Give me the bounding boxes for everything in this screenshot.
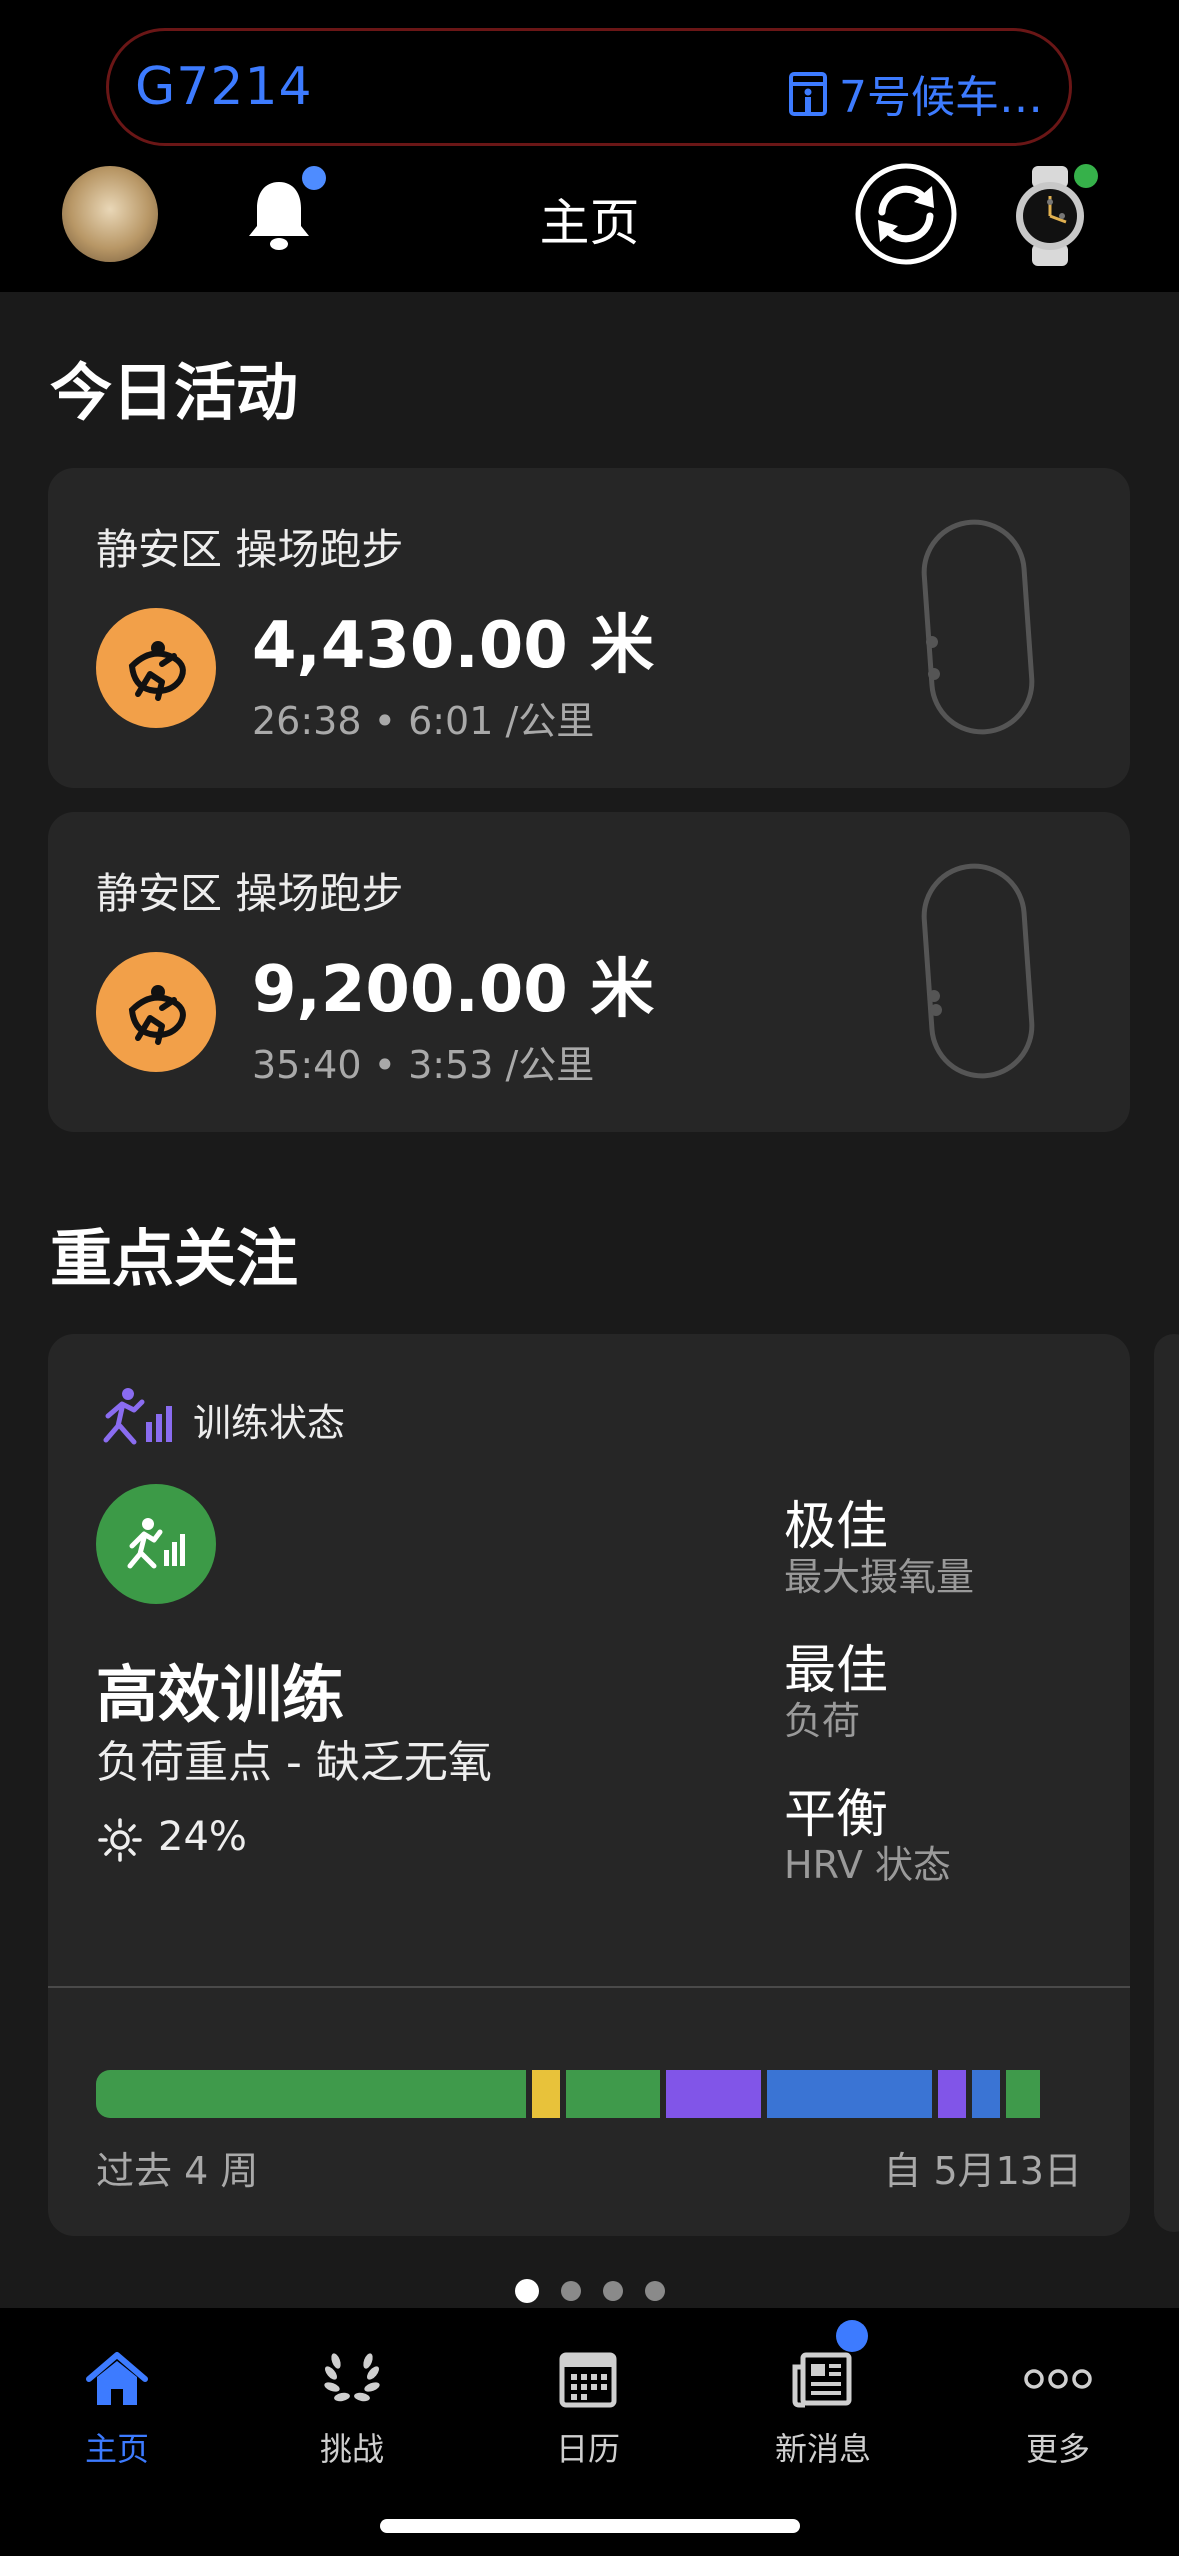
history-segment: [96, 2070, 526, 2118]
home-indicator[interactable]: [380, 2519, 800, 2533]
history-segment: [972, 2070, 1001, 2118]
laurel-icon: [324, 2353, 380, 2402]
activity-meta: 35:40 • 3:53 /公里: [252, 1043, 595, 1087]
sync-icon[interactable]: [854, 162, 958, 266]
activity-distance: 4,430.00 米: [252, 609, 655, 683]
calendar-icon: [559, 2352, 617, 2408]
metric-label: 负荷: [784, 1699, 861, 1743]
home-icon: [86, 2352, 148, 2405]
runner-glyph-icon: [128, 641, 186, 701]
tab-news[interactable]: 新消息: [723, 2334, 923, 2470]
activity-name: 静安区 操场跑步: [96, 869, 404, 918]
flight-number: G7214: [135, 57, 313, 117]
tab-label: 日历: [555, 2430, 620, 2468]
tab-more[interactable]: 更多: [958, 2334, 1158, 2470]
route-map-icon: [921, 519, 1035, 735]
gate-text: 7号候车…: [839, 72, 1043, 123]
metric-label: HRV 状态: [784, 1843, 951, 1887]
history-segment: [565, 2070, 661, 2118]
running-activity-icon: [96, 608, 216, 728]
training-status-card[interactable]: 训练状态 高效训练 负荷重点 - 缺乏无氧 24% 极佳 最大摄氧量 最佳 负荷…: [48, 1334, 1130, 2236]
training-status-value: 高效训练: [96, 1658, 345, 1731]
tab-label: 挑战: [319, 2430, 384, 2468]
tab-calendar[interactable]: 日历: [488, 2334, 688, 2470]
history-segment: [531, 2070, 560, 2118]
activity-meta: 26:38 • 6:01 /公里: [252, 699, 595, 743]
next-card-peek[interactable]: [1154, 1334, 1179, 2232]
activity-card[interactable]: 静安区 操场跑步 4,430.00 米 26:38 • 6:01 /公里: [48, 468, 1130, 788]
history-segment: [937, 2070, 967, 2118]
connection-status-dot: [1074, 164, 1098, 188]
gate-icon: [789, 72, 827, 116]
tab-label: 新消息: [774, 2430, 871, 2468]
card-title: 训练状态: [193, 1401, 346, 1445]
focus-section-title: 重点关注: [50, 1222, 299, 1295]
history-segment: [766, 2070, 932, 2118]
live-activity-pill[interactable]: G7214 7号候车…: [106, 28, 1072, 146]
news-unread-badge: [836, 2320, 868, 2352]
news-icon: [792, 2352, 852, 2408]
activity-name: 静安区 操场跑步: [96, 525, 404, 574]
training-history-bar: [96, 2070, 1082, 2118]
metric-label: 最大摄氧量: [784, 1555, 975, 1599]
sun-icon: [98, 1818, 142, 1862]
history-segment: [666, 2070, 761, 2118]
gate-info: 7号候车…: [787, 61, 1043, 125]
page-title: 主页: [539, 194, 640, 252]
activity-distance: 9,200.00 米: [252, 953, 655, 1027]
more-icon: [1024, 2369, 1092, 2389]
history-start-label: 自 5月13日: [883, 2149, 1082, 2193]
history-segment: [1006, 2070, 1040, 2118]
tab-challenges[interactable]: 挑战: [252, 2334, 452, 2470]
training-status-icon: [103, 1388, 172, 1445]
runner-glyph-icon: [128, 985, 186, 1045]
page-indicator[interactable]: [0, 2279, 1179, 2303]
tab-label: 主页: [84, 2430, 149, 2468]
training-status-subtitle: 负荷重点 - 缺乏无氧: [96, 1737, 492, 1788]
activity-card[interactable]: 静安区 操场跑步 9,200.00 米 35:40 • 3:53 /公里: [48, 812, 1130, 1132]
route-map-icon: [921, 863, 1035, 1079]
history-range-label: 过去 4 周: [96, 2149, 259, 2193]
status-badge: [96, 1484, 216, 1604]
training-badge-icon: [127, 1518, 185, 1569]
page-dot[interactable]: [602, 2281, 623, 2301]
running-activity-icon: [96, 952, 216, 1072]
top-bar: G7214 7号候车… 主页: [0, 0, 1179, 292]
page-dot[interactable]: [514, 2279, 539, 2303]
page-dot[interactable]: [644, 2281, 665, 2301]
tab-label: 更多: [1025, 2430, 1090, 2468]
divider: [48, 1986, 1130, 1988]
heat-acclimation-percent: 24%: [158, 1814, 247, 1860]
page-dot[interactable]: [560, 2281, 581, 2301]
today-section-title: 今日活动: [50, 356, 299, 429]
tab-home[interactable]: 主页: [17, 2334, 217, 2470]
